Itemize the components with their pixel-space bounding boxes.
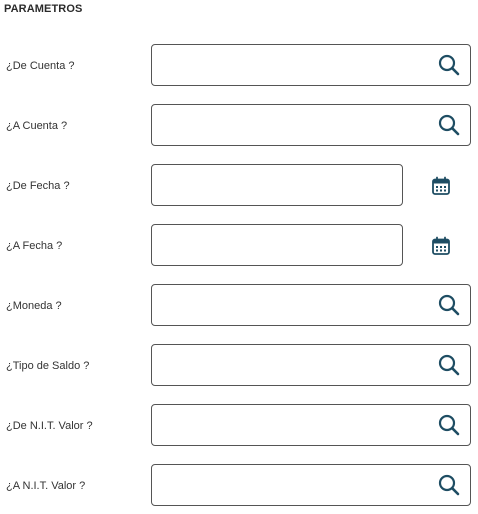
field-row-de-nit-valor: ¿De N.I.T. Valor ? [0, 404, 478, 448]
field-label-de-fecha: ¿De Fecha ? [6, 180, 70, 192]
field-row-a-cuenta: ¿A Cuenta ? [0, 104, 478, 148]
field-label-a-nit-valor: ¿A N.I.T. Valor ? [6, 480, 86, 492]
a-cuenta-field [151, 104, 471, 146]
de-nit-valor-field [151, 404, 471, 446]
tipo-de-saldo-field [151, 344, 471, 386]
de-cuenta-field [151, 44, 471, 86]
field-label-de-cuenta: ¿De Cuenta ? [6, 60, 75, 72]
field-row-a-nit-valor: ¿A N.I.T. Valor ? [0, 464, 478, 508]
search-icon[interactable] [436, 412, 462, 438]
a-nit-valor-field [151, 464, 471, 506]
field-row-de-fecha: ¿De Fecha ? [0, 164, 478, 208]
de-fecha-input[interactable] [160, 165, 394, 205]
field-label-moneda: ¿Moneda ? [6, 300, 62, 312]
field-row-de-cuenta: ¿De Cuenta ? [0, 44, 478, 88]
field-row-moneda: ¿Moneda ? [0, 284, 478, 328]
search-icon[interactable] [436, 352, 462, 378]
search-icon[interactable] [436, 112, 462, 138]
field-row-a-fecha: ¿A Fecha ? [0, 224, 478, 268]
de-fecha-field [151, 164, 403, 206]
tipo-de-saldo-input[interactable] [160, 345, 426, 385]
de-cuenta-input[interactable] [160, 45, 426, 85]
field-row-tipo-de-saldo: ¿Tipo de Saldo ? [0, 344, 478, 388]
field-label-a-cuenta: ¿A Cuenta ? [6, 120, 68, 132]
field-label-de-nit-valor: ¿De N.I.T. Valor ? [6, 420, 93, 432]
field-label-tipo-de-saldo: ¿Tipo de Saldo ? [6, 360, 90, 372]
section-title: PARAMETROS [4, 3, 83, 15]
a-fecha-input[interactable] [160, 225, 394, 265]
field-label-a-fecha: ¿A Fecha ? [6, 240, 63, 252]
a-cuenta-input[interactable] [160, 105, 426, 145]
search-icon[interactable] [436, 292, 462, 318]
a-fecha-field [151, 224, 403, 266]
calendar-icon[interactable] [429, 174, 453, 198]
calendar-icon[interactable] [429, 234, 453, 258]
search-icon[interactable] [436, 52, 462, 78]
moneda-input[interactable] [160, 285, 426, 325]
a-nit-valor-input[interactable] [160, 465, 426, 505]
moneda-field [151, 284, 471, 326]
de-nit-valor-input[interactable] [160, 405, 426, 445]
search-icon[interactable] [436, 472, 462, 498]
